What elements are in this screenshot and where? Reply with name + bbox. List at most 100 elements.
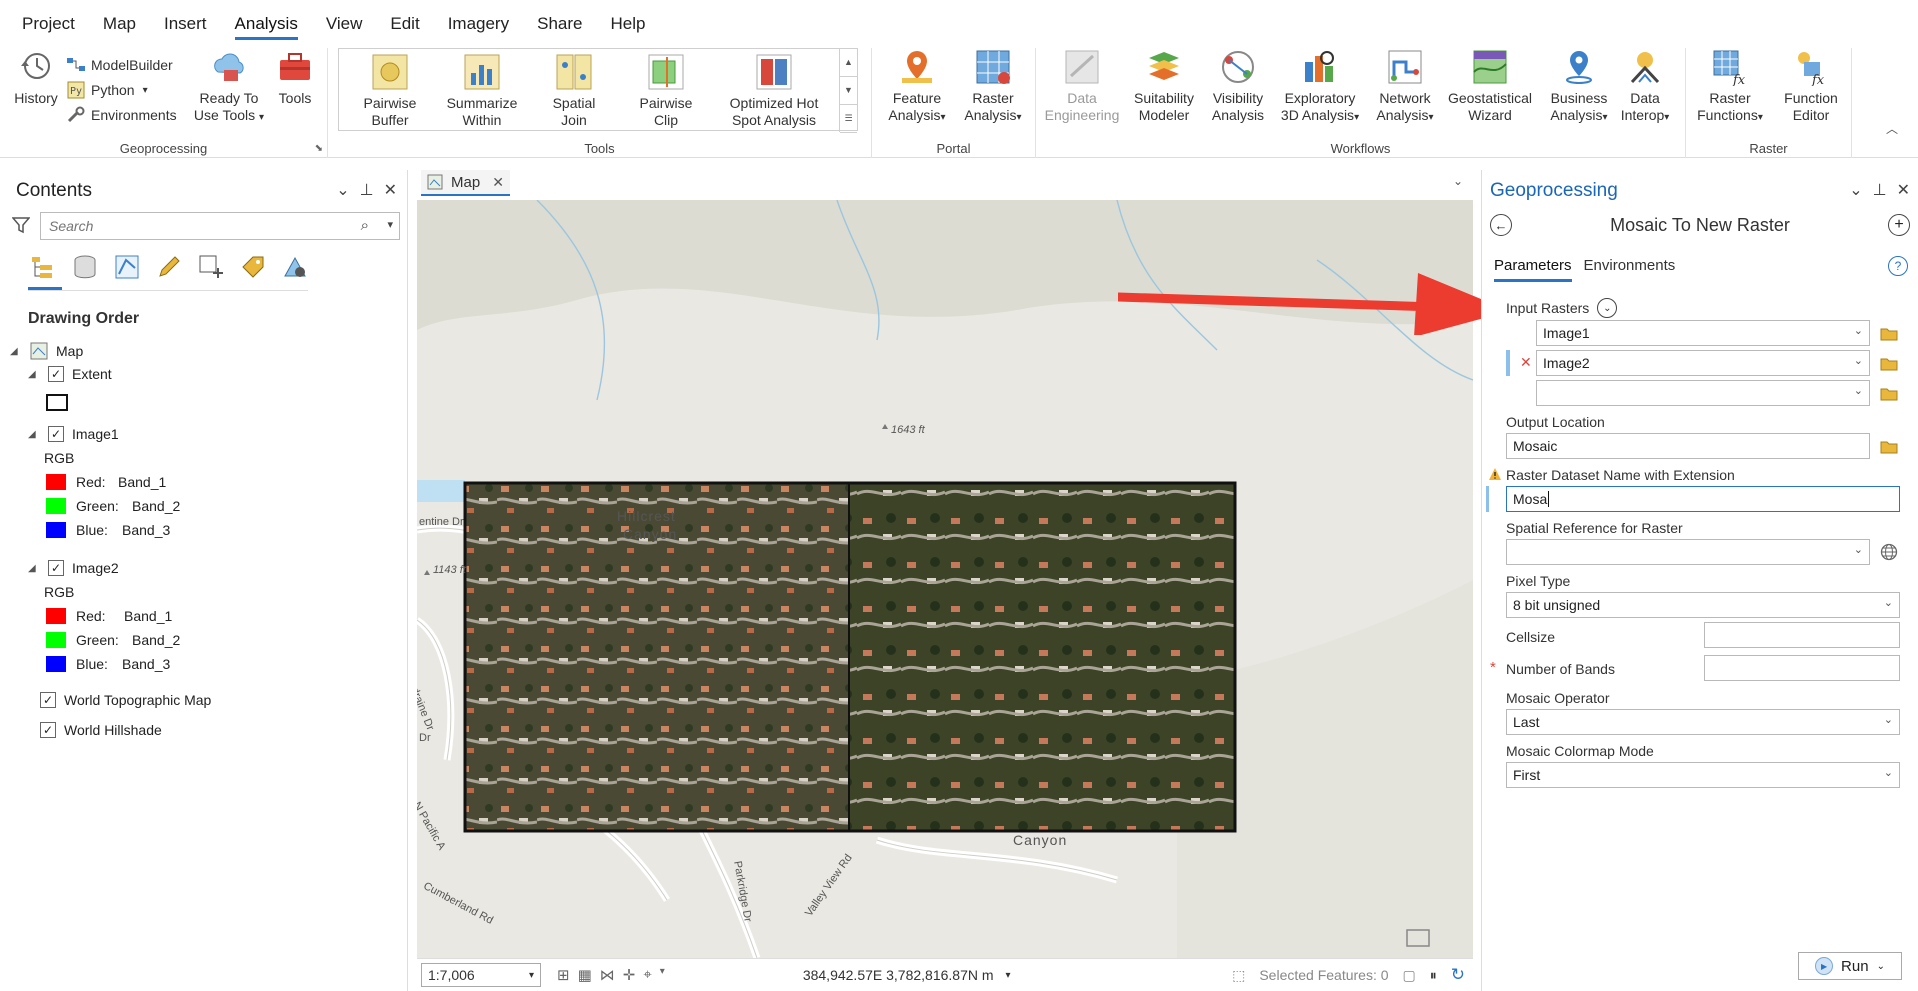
collapse-icon[interactable]: ◢ [28, 563, 38, 574]
visibility-analysis-button[interactable]: Visibility Analysis [1204, 48, 1272, 124]
menu-view[interactable]: View [312, 0, 377, 48]
pairwise-clip-button[interactable]: Pairwise Clip [623, 53, 709, 129]
list-by-labeling-icon[interactable] [240, 254, 266, 280]
mosaic-operator-dropdown[interactable]: Last ⌄ [1506, 709, 1900, 735]
run-button[interactable]: ▶ Run ⌄ [1798, 952, 1902, 980]
scale-dropdown[interactable]: 1:7,006 ▾ [421, 963, 541, 987]
crosshair-icon[interactable]: ✛ [623, 966, 636, 984]
function-editor-button[interactable]: fx Function Editor [1774, 48, 1848, 124]
pin-icon[interactable]: ⊥ [1873, 180, 1887, 200]
close-icon[interactable]: ✕ [1897, 180, 1910, 200]
world-hillshade-checkbox[interactable]: ✓ [40, 722, 56, 738]
list-by-drawing-order-icon[interactable] [30, 254, 56, 280]
list-by-selection-icon[interactable] [114, 254, 140, 280]
run-dropdown-icon[interactable]: ⌄ [1877, 961, 1885, 972]
pane-menu-icon[interactable]: ⌄ [1849, 180, 1862, 200]
number-of-bands-field[interactable] [1704, 655, 1900, 681]
coordinate-units-dropdown-icon[interactable]: ▾ [1006, 970, 1011, 981]
contents-search-input[interactable] [41, 213, 341, 239]
feature-analysis-button[interactable]: Feature Analysis▾ [880, 48, 954, 126]
tools-dropdown-icon[interactable]: ▾ [660, 966, 665, 984]
folder-icon[interactable] [1880, 440, 1898, 454]
help-icon[interactable]: ? [1888, 256, 1908, 276]
folder-icon[interactable] [1880, 327, 1898, 341]
warning-icon[interactable] [1488, 467, 1502, 481]
pause-drawing-icon[interactable]: ⏸ [1430, 967, 1437, 984]
list-by-snapping-icon[interactable] [198, 254, 224, 280]
menu-analysis[interactable]: Analysis [221, 0, 312, 48]
expand-icon[interactable]: ⌄ [1597, 298, 1618, 318]
menu-edit[interactable]: Edit [376, 0, 433, 48]
gallery-down-icon[interactable]: ▼ [840, 77, 857, 105]
collapse-icon[interactable]: ◢ [10, 346, 20, 357]
remove-icon[interactable]: ✕ [1520, 354, 1532, 371]
output-location-field[interactable]: Mosaic [1506, 433, 1870, 459]
snapping-icon[interactable]: ⌖ [643, 966, 651, 984]
python-button[interactable]: Py Python ▾ [66, 81, 148, 99]
menu-insert[interactable]: Insert [150, 0, 221, 48]
zoom-extent-icon[interactable]: ⊞ [557, 966, 570, 984]
geostatistical-wizard-button[interactable]: Geostatistical Wizard [1440, 48, 1540, 124]
image1-checkbox[interactable]: ✓ [48, 426, 64, 442]
add-icon[interactable]: + [1888, 214, 1910, 236]
image2-checkbox[interactable]: ✓ [48, 560, 64, 576]
spatial-reference-field[interactable]: ⌄ [1506, 539, 1870, 565]
optimized-hot-spot-button[interactable]: Optimized Hot Spot Analysis [715, 53, 833, 129]
colormap-mode-dropdown[interactable]: First ⌄ [1506, 762, 1900, 788]
map-tab-close-icon[interactable]: ✕ [492, 174, 504, 191]
menu-help[interactable]: Help [596, 0, 659, 48]
collapse-icon[interactable]: ◢ [28, 369, 38, 380]
raster-functions-button[interactable]: fx Raster Functions▾ [1690, 48, 1770, 126]
ready-to-use-tools-button[interactable]: Ready To Use Tools ▾ [192, 48, 266, 126]
gallery-expand-icon[interactable]: ☰ [840, 105, 857, 133]
map-tab-menu-icon[interactable]: ⌄ [1453, 174, 1463, 188]
raster-analysis-button[interactable]: Raster Analysis▾ [956, 48, 1030, 126]
input-raster-1[interactable]: Image1 ⌄ [1536, 320, 1870, 346]
tree-extent[interactable]: ◢ ✓ Extent [28, 366, 112, 382]
filter-icon[interactable] [12, 216, 30, 234]
tree-image2[interactable]: ◢ ✓ Image2 [28, 560, 119, 576]
tab-environments[interactable]: Environments [1584, 257, 1676, 282]
map-tab[interactable]: Map ✕ [421, 170, 510, 196]
tab-parameters[interactable]: Parameters [1494, 257, 1572, 282]
input-raster-2[interactable]: Image2 ⌄ [1536, 350, 1870, 376]
pairwise-buffer-button[interactable]: Pairwise Buffer [347, 53, 433, 129]
input-raster-3[interactable]: ⌄ [1536, 380, 1870, 406]
data-interop-button[interactable]: Data Interop▾ [1610, 48, 1680, 126]
menu-share[interactable]: Share [523, 0, 596, 48]
spatial-join-button[interactable]: Spatial Join [531, 53, 617, 129]
gallery-up-icon[interactable]: ▲ [840, 49, 857, 77]
cellsize-field[interactable] [1704, 622, 1900, 648]
exploratory-3d-analysis-button[interactable]: Exploratory 3D Analysis▾ [1276, 48, 1364, 126]
raster-name-field[interactable]: Mosa [1506, 486, 1900, 512]
data-engineering-button[interactable]: Data Engineering [1044, 48, 1120, 124]
tools-button[interactable]: Tools [270, 48, 320, 107]
menu-map[interactable]: Map [89, 0, 150, 48]
modelbuilder-button[interactable]: ModelBuilder [66, 56, 173, 74]
summarize-within-button[interactable]: Summarize Within [439, 53, 525, 129]
business-analysis-button[interactable]: Business Analysis▾ [1542, 48, 1616, 126]
row-drag-handle[interactable] [1506, 350, 1510, 376]
folder-icon[interactable] [1880, 387, 1898, 401]
collapse-ribbon-icon[interactable]: ︿ [1886, 120, 1898, 137]
tree-map[interactable]: ◢ Map [10, 342, 83, 360]
grid-icon[interactable]: ▦ [578, 966, 592, 984]
menu-imagery[interactable]: Imagery [434, 0, 523, 48]
list-by-editing-icon[interactable] [156, 254, 182, 280]
network-analysis-button[interactable]: Network Analysis▾ [1368, 48, 1442, 126]
pane-menu-icon[interactable]: ⌄ [336, 180, 349, 200]
suitability-modeler-button[interactable]: Suitability Modeler [1126, 48, 1202, 124]
search-icon[interactable]: ⌕ [361, 217, 369, 234]
history-button[interactable]: History [10, 48, 62, 107]
collapse-icon[interactable]: ◢ [28, 429, 38, 440]
refresh-icon[interactable]: ↻ [1451, 965, 1465, 985]
tree-image1[interactable]: ◢ ✓ Image1 [28, 426, 119, 442]
dialog-launcher-icon[interactable]: ⬊ [315, 143, 323, 154]
close-icon[interactable]: ✕ [384, 180, 397, 200]
menu-project[interactable]: Project [8, 0, 89, 48]
tree-world-topographic-map[interactable]: ✓ World Topographic Map [40, 692, 211, 708]
folder-icon[interactable] [1880, 357, 1898, 371]
world-topo-checkbox[interactable]: ✓ [40, 692, 56, 708]
list-by-source-icon[interactable] [72, 254, 98, 280]
list-by-perspective-imagery-icon[interactable] [282, 254, 308, 280]
